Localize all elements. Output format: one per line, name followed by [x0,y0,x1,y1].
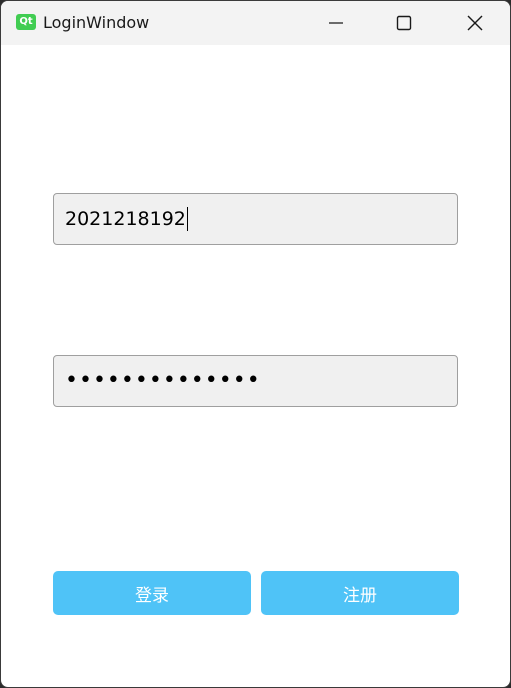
minimize-icon [329,22,343,24]
close-button[interactable] [452,1,498,45]
text-caret [186,207,188,231]
password-input[interactable]: •••••••••••••• [53,355,458,407]
window-title: LoginWindow [43,13,150,32]
login-button[interactable]: 登录 [53,571,251,615]
minimize-button[interactable] [313,1,359,45]
qt-logo-icon: Qt [16,14,36,30]
password-masked-value: •••••••••••••• [65,368,261,393]
register-button[interactable]: 注册 [261,571,459,615]
username-field-text: 2021218192 [65,207,188,231]
username-value: 2021218192 [65,208,186,230]
close-icon [467,15,483,31]
login-window: Qt LoginWindow 2021218192 ••••••••••••••… [0,0,511,688]
username-input[interactable]: 2021218192 [53,193,458,245]
maximize-icon [396,15,412,31]
maximize-button[interactable] [381,1,427,45]
title-bar[interactable]: Qt LoginWindow [1,1,510,45]
